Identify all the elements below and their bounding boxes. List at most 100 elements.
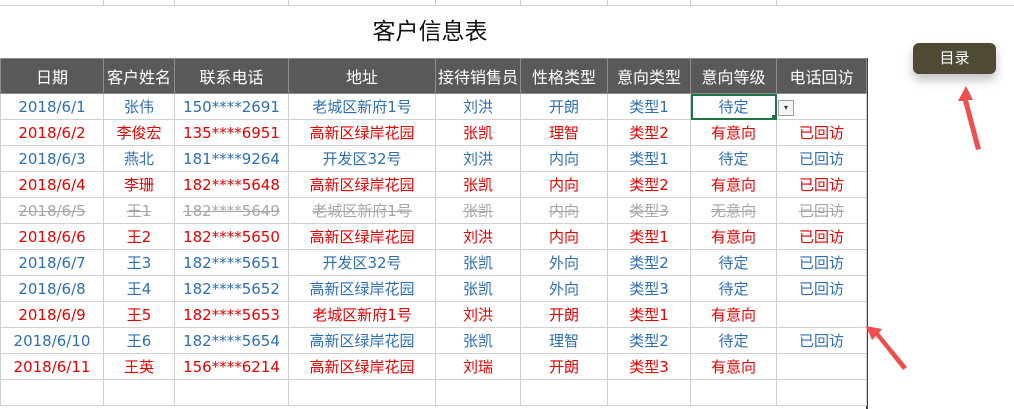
table-cell[interactable]: 待定 <box>690 145 777 172</box>
table-cell[interactable]: 182****5652 <box>174 275 289 302</box>
table-cell[interactable]: 王3 <box>103 249 175 276</box>
table-cell[interactable]: 待定 <box>690 327 777 354</box>
table-cell[interactable]: 高新区绿岸花园 <box>288 327 436 354</box>
table-cell[interactable]: 已回访 <box>776 171 867 198</box>
table-cell[interactable]: 类型3 <box>607 353 691 380</box>
table-cell[interactable]: 张伟 <box>103 93 175 120</box>
table-cell[interactable]: 燕北 <box>103 145 175 172</box>
table-cell[interactable]: 开发区32号 <box>288 145 436 172</box>
table-cell[interactable]: 待定 <box>690 249 777 276</box>
table-cell[interactable]: 李珊 <box>103 171 175 198</box>
table-cell[interactable]: 2018/6/4 <box>0 171 104 198</box>
table-cell[interactable]: 刘洪 <box>435 145 521 172</box>
table-cell[interactable]: 张凯 <box>435 171 521 198</box>
table-cell[interactable] <box>520 379 608 406</box>
table-cell[interactable]: 150****2691 <box>174 93 289 120</box>
table-cell[interactable] <box>174 379 289 406</box>
table-cell[interactable]: 2018/6/6 <box>0 223 104 250</box>
table-cell[interactable]: 张凯 <box>435 119 521 146</box>
table-cell[interactable] <box>776 353 867 380</box>
table-cell[interactable]: 刘洪 <box>435 223 521 250</box>
table-cell[interactable]: 182****5654 <box>174 327 289 354</box>
table-cell[interactable]: 理智 <box>520 119 608 146</box>
table-cell[interactable]: 156****6214 <box>174 353 289 380</box>
table-cell[interactable]: 李俊宏 <box>103 119 175 146</box>
table-cell[interactable]: 高新区绿岸花园 <box>288 119 436 146</box>
table-cell[interactable]: 已回访 <box>776 197 867 224</box>
table-cell[interactable]: ▾ <box>776 93 867 120</box>
table-cell[interactable]: 高新区绿岸花园 <box>288 223 436 250</box>
table-cell[interactable]: 类型2 <box>607 119 691 146</box>
table-cell[interactable]: 2018/6/3 <box>0 145 104 172</box>
table-cell[interactable]: 刘瑞 <box>435 353 521 380</box>
table-cell[interactable]: 高新区绿岸花园 <box>288 275 436 302</box>
table-cell[interactable]: 181****9264 <box>174 145 289 172</box>
table-cell[interactable]: 已回访 <box>776 145 867 172</box>
table-cell[interactable]: 2018/6/1 <box>0 93 104 120</box>
table-cell[interactable]: 类型2 <box>607 249 691 276</box>
table-cell[interactable]: 张凯 <box>435 327 521 354</box>
table-cell[interactable]: 理智 <box>520 327 608 354</box>
table-cell[interactable]: 类型3 <box>607 275 691 302</box>
table-cell[interactable]: 类型1 <box>607 145 691 172</box>
table-cell[interactable]: 待定 <box>690 275 777 302</box>
table-cell[interactable]: 开发区32号 <box>288 249 436 276</box>
table-cell[interactable]: 有意向 <box>690 301 777 328</box>
table-cell[interactable] <box>607 379 691 406</box>
table-cell[interactable] <box>776 301 867 328</box>
table-cell[interactable]: 王英 <box>103 353 175 380</box>
table-cell[interactable]: 内向 <box>520 145 608 172</box>
table-cell[interactable]: 张凯 <box>435 249 521 276</box>
table-cell[interactable]: 2018/6/5 <box>0 197 104 224</box>
table-cell[interactable]: 2018/6/9 <box>0 301 104 328</box>
table-cell[interactable]: 已回访 <box>776 223 867 250</box>
table-cell[interactable]: 开朗 <box>520 353 608 380</box>
table-cell[interactable] <box>288 379 436 406</box>
table-cell[interactable]: 王4 <box>103 275 175 302</box>
table-cell[interactable]: 外向 <box>520 249 608 276</box>
table-cell[interactable]: 外向 <box>520 275 608 302</box>
table-cell[interactable] <box>776 379 867 406</box>
table-cell[interactable]: 有意向 <box>690 119 777 146</box>
table-cell[interactable]: 2018/6/11 <box>0 353 104 380</box>
table-cell[interactable]: 王6 <box>103 327 175 354</box>
table-cell[interactable]: 182****5649 <box>174 197 289 224</box>
table-cell[interactable] <box>690 379 777 406</box>
table-cell[interactable]: 182****5653 <box>174 301 289 328</box>
table-cell[interactable] <box>435 379 521 406</box>
table-cell[interactable]: 182****5648 <box>174 171 289 198</box>
table-cell[interactable]: 刘洪 <box>435 301 521 328</box>
table-cell[interactable]: 王2 <box>103 223 175 250</box>
table-cell[interactable]: 内向 <box>520 171 608 198</box>
table-cell[interactable]: 有意向 <box>690 353 777 380</box>
table-cell[interactable]: 类型3 <box>607 197 691 224</box>
table-cell[interactable]: 类型1 <box>607 93 691 120</box>
table-cell[interactable]: 内向 <box>520 197 608 224</box>
chevron-down-icon[interactable]: ▾ <box>778 100 794 116</box>
table-cell[interactable]: 张凯 <box>435 275 521 302</box>
table-cell[interactable]: 已回访 <box>776 275 867 302</box>
table-cell[interactable]: 182****5650 <box>174 223 289 250</box>
table-cell[interactable] <box>0 379 104 406</box>
table-cell[interactable]: 类型2 <box>607 171 691 198</box>
table-cell[interactable]: 2018/6/7 <box>0 249 104 276</box>
table-cell[interactable]: 2018/6/2 <box>0 119 104 146</box>
table-cell[interactable]: 开朗 <box>520 93 608 120</box>
table-cell[interactable]: 有意向 <box>690 223 777 250</box>
table-cell[interactable]: 类型2 <box>607 327 691 354</box>
table-cell[interactable]: 类型1 <box>607 223 691 250</box>
table-cell[interactable]: 王5 <box>103 301 175 328</box>
table-cell[interactable]: 待定 <box>690 93 777 120</box>
table-cell[interactable]: 张凯 <box>435 197 521 224</box>
table-cell[interactable]: 内向 <box>520 223 608 250</box>
table-cell[interactable]: 135****6951 <box>174 119 289 146</box>
table-cell[interactable]: 已回访 <box>776 119 867 146</box>
table-cell[interactable]: 高新区绿岸花园 <box>288 171 436 198</box>
menu-button[interactable]: 目录 <box>913 43 996 74</box>
table-cell[interactable]: 老城区新府1号 <box>288 301 436 328</box>
table-cell[interactable] <box>103 379 175 406</box>
table-cell[interactable]: 王1 <box>103 197 175 224</box>
table-cell[interactable]: 2018/6/8 <box>0 275 104 302</box>
table-cell[interactable]: 高新区绿岸花园 <box>288 353 436 380</box>
table-cell[interactable]: 老城区新府1号 <box>288 93 436 120</box>
